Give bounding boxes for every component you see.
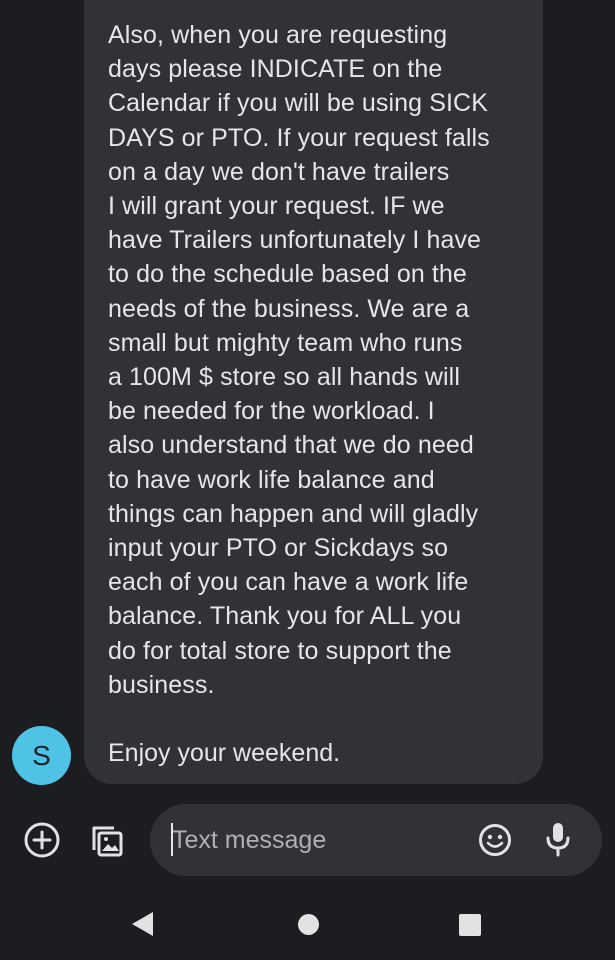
- sender-avatar[interactable]: S: [12, 726, 71, 785]
- emoji-button[interactable]: [476, 821, 514, 859]
- back-icon: [132, 912, 153, 936]
- message-composer: [0, 800, 615, 880]
- avatar-initial: S: [32, 739, 51, 771]
- message-bubble[interactable]: Also, when you are requesting days pleas…: [84, 0, 543, 784]
- gallery-button[interactable]: [86, 820, 126, 860]
- conversation-thread[interactable]: Also, when you are requesting days pleas…: [0, 0, 615, 800]
- recents-button[interactable]: [459, 914, 481, 936]
- messages-screen: Also, when you are requesting days pleas…: [0, 0, 615, 960]
- add-circle-icon: [24, 822, 60, 858]
- voice-input-button[interactable]: [542, 820, 574, 860]
- microphone-icon: [546, 823, 570, 857]
- system-navigation-bar: [0, 880, 615, 960]
- emoji-icon: [479, 824, 511, 856]
- home-button[interactable]: [298, 914, 319, 935]
- message-body: Also, when you are requesting days pleas…: [108, 21, 490, 699]
- message-input-container[interactable]: [150, 804, 602, 876]
- text-message-input[interactable]: [172, 822, 462, 858]
- add-attachment-button[interactable]: [22, 820, 62, 860]
- message-closing: Enjoy your weekend.: [108, 739, 341, 768]
- text-cursor: [171, 823, 173, 856]
- gallery-icon: [92, 826, 123, 857]
- back-button[interactable]: [130, 911, 154, 942]
